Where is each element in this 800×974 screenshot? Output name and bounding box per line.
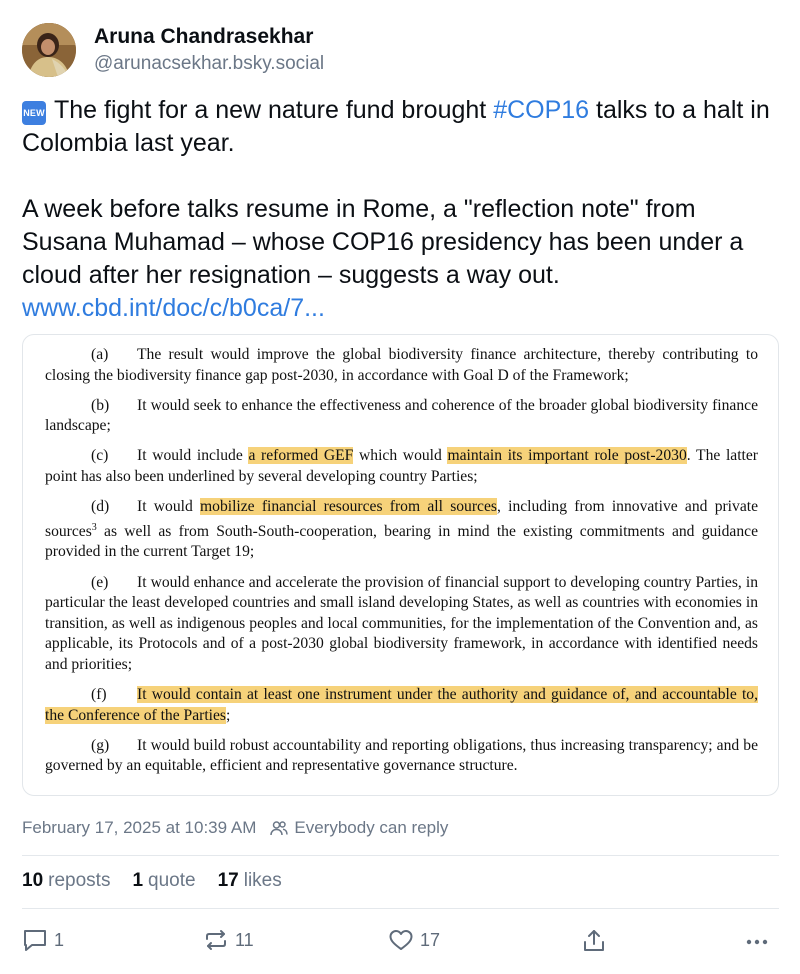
highlighted-text: It would contain at least one instrument… <box>45 686 758 724</box>
reply-setting: Everybody can reply <box>270 818 448 838</box>
doc-item-label: (g) <box>91 736 110 754</box>
hashtag-link[interactable]: #COP16 <box>493 96 589 124</box>
reposts-label: reposts <box>48 870 111 891</box>
reposts-stat[interactable]: 10 reposts <box>22 870 110 892</box>
share-button[interactable] <box>581 928 607 954</box>
highlighted-text: a reformed GEF <box>248 447 354 465</box>
new-badge-icon: NEW <box>22 101 46 125</box>
doc-item-g: (g) It would build robust accountability … <box>45 736 758 777</box>
repost-button[interactable]: 11 <box>203 928 254 952</box>
post-paragraph-2: A week before talks resume in Rome, a "r… <box>22 195 744 289</box>
image-embed[interactable]: (a) The result would improve the global b… <box>22 334 779 796</box>
like-icon <box>389 930 413 950</box>
doc-item-d: (d) It would mobilize financial resources… <box>45 497 758 563</box>
avatar[interactable] <box>22 23 76 77</box>
post-timestamp[interactable]: February 17, 2025 at 10:39 AM <box>22 818 256 838</box>
author-display-name[interactable]: Aruna Chandrasekhar <box>94 24 324 50</box>
doc-item-text: It would <box>137 498 201 516</box>
doc-item-b: (b) It would seek to enhance the effectiv… <box>45 396 758 437</box>
document-excerpt: (a) The result would improve the global b… <box>45 345 758 786</box>
doc-item-text: It would enhance and accelerate the prov… <box>45 573 758 673</box>
likes-count: 17 <box>217 870 239 891</box>
repost-count: 11 <box>235 929 254 950</box>
repost-icon <box>206 930 226 950</box>
doc-item-e: (e) It would enhance and accelerate the p… <box>45 573 758 676</box>
doc-item-label: (d) <box>91 498 110 516</box>
post-text: NEW The fight for a new nature fund broug… <box>22 94 782 325</box>
post-header: Aruna Chandrasekhar @arunacsekhar.bsky.s… <box>22 22 324 78</box>
doc-item-label: (a) <box>91 346 109 363</box>
share-icon <box>584 930 604 951</box>
people-icon <box>270 821 289 836</box>
like-count: 17 <box>420 929 441 950</box>
quotes-count: 1 <box>132 870 144 891</box>
doc-item-a: (a) The result would improve the global b… <box>45 345 758 386</box>
post-text-part: The fight for a new nature fund brought <box>54 96 494 124</box>
external-link[interactable]: www.cbd.int/doc/c/b0ca/7... <box>22 294 325 322</box>
doc-item-text: which would <box>353 447 448 465</box>
likes-label: likes <box>243 870 282 891</box>
likes-stat[interactable]: 17 likes <box>218 870 282 892</box>
more-button[interactable] <box>744 932 770 952</box>
engagement-stats: 10 reposts 1 quote 17 likes <box>22 870 304 892</box>
doc-item-text: The result would improve the global biod… <box>45 346 758 384</box>
quotes-stat[interactable]: 1 quote <box>132 870 195 892</box>
like-button[interactable]: 17 <box>388 928 440 952</box>
doc-item-label: (c) <box>91 447 109 465</box>
reply-icon <box>24 930 46 951</box>
more-icon <box>746 939 768 945</box>
divider <box>22 855 779 856</box>
reply-count: 1 <box>54 929 65 950</box>
reply-button[interactable]: 1 <box>22 928 64 952</box>
reposts-count: 10 <box>22 870 44 891</box>
doc-item-label: (b) <box>91 396 110 414</box>
post-paragraph-1: NEW The fight for a new nature fund broug… <box>22 94 782 160</box>
highlighted-text: maintain its important role post-2030 <box>447 447 687 465</box>
action-bar: 1 11 17 <box>22 928 779 956</box>
doc-item-text: as well as from South-South-cooperation,… <box>45 522 758 561</box>
doc-item-c: (c) It would include a reformed GEF which… <box>45 446 758 487</box>
doc-item-text: It would build robust accountability and… <box>45 736 758 775</box>
doc-item-label: (f) <box>91 686 107 703</box>
doc-item-text: It would include <box>137 447 249 465</box>
author-names: Aruna Chandrasekhar @arunacsekhar.bsky.s… <box>94 24 324 76</box>
post-meta: February 17, 2025 at 10:39 AM Everybody … <box>22 818 448 838</box>
doc-item-text: It would seek to enhance the effectivene… <box>45 396 758 435</box>
doc-item-text: ; <box>226 706 231 724</box>
author-handle[interactable]: @arunacsekhar.bsky.social <box>94 52 324 76</box>
doc-item-f: (f) It would contain at least one instrum… <box>45 685 758 726</box>
divider <box>22 908 779 909</box>
quotes-label: quote <box>148 870 196 891</box>
highlighted-text: mobilize financial resources from all so… <box>200 498 497 516</box>
reply-setting-label: Everybody can reply <box>294 818 449 837</box>
doc-item-label: (e) <box>91 573 109 591</box>
